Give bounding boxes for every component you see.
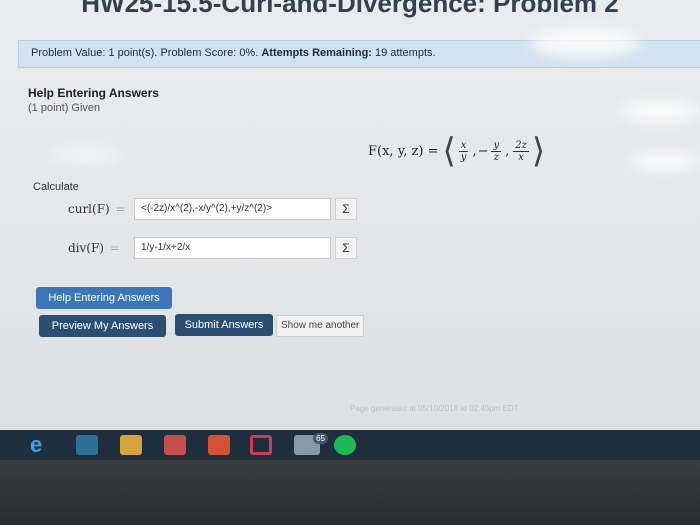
screen-glare	[50, 148, 120, 162]
curl-label: curl(F) =	[68, 202, 126, 216]
component-3-numerator: 2z	[513, 139, 529, 152]
browser-screen: HW25-15.5-Curl-and-Divergence: Problem 2…	[0, 0, 700, 430]
submit-answers-button[interactable]: Submit Answers	[175, 314, 273, 336]
left-angle-bracket: ⟨	[442, 131, 456, 171]
page-title: HW25-15.5-Curl-and-Divergence: Problem 2	[81, 0, 619, 18]
div-label: div(F) =	[68, 241, 120, 255]
mail-icon[interactable]	[164, 435, 186, 455]
problem-score: 0%.	[239, 47, 259, 59]
component-3-denominator: x	[518, 151, 524, 163]
messages-badge: 65	[313, 433, 328, 444]
formula-lhs: F(x, y, z) =	[368, 143, 439, 159]
preview-answers-button[interactable]: Preview My Answers	[39, 315, 166, 337]
component-2-numerator: y	[491, 139, 502, 152]
component-1-denominator: y	[460, 151, 467, 163]
right-angle-bracket: ⟩	[531, 131, 546, 171]
given-text: (1 point) Given	[28, 102, 101, 114]
screen-glare	[620, 100, 700, 122]
component-2-sign: −	[477, 143, 489, 159]
curl-answer-input[interactable]: <(-2z)/x^(2),-x/y^(2),+y/z^(2)>	[134, 198, 331, 220]
div-equation-editor-button[interactable]: Σ	[335, 237, 357, 259]
windows-taskbar: e 65	[0, 430, 700, 460]
spotify-icon[interactable]	[334, 435, 356, 455]
shield-icon[interactable]	[250, 435, 272, 455]
component-2: y z	[491, 139, 502, 163]
vector-field-formula: F(x, y, z) = ⟨ x y , − y z , 2z x ⟩	[368, 131, 546, 171]
attempts-remaining: 19 attempts.	[375, 47, 436, 59]
page-generated-footer: Page generated at 05/10/2018 at 02:45pm …	[350, 404, 519, 413]
help-entering-answers-link[interactable]: Help Entering Answers	[28, 86, 159, 100]
screen-glare	[530, 28, 640, 58]
problem-value-label: Problem Value:	[31, 47, 106, 59]
attempts-label: Attempts Remaining:	[261, 47, 372, 59]
show-another-button[interactable]: Show me another	[276, 315, 365, 337]
curl-equation-editor-button[interactable]: Σ	[335, 198, 357, 220]
edge-icon[interactable]: e	[30, 434, 52, 456]
file-explorer-icon[interactable]	[76, 435, 98, 455]
component-1: x y	[458, 139, 469, 163]
store-icon[interactable]	[120, 435, 142, 455]
powerpoint-icon[interactable]	[208, 435, 230, 455]
messages-icon[interactable]: 65	[294, 433, 328, 455]
component-2-denominator: z	[493, 151, 499, 163]
component-3: 2z x	[513, 140, 529, 163]
help-entering-answers-button[interactable]: Help Entering Answers	[36, 287, 172, 309]
calculate-label: Calculate	[33, 181, 79, 193]
screen-glare	[630, 152, 700, 170]
problem-value: 1 point(s).	[108, 47, 158, 59]
problem-score-label: Problem Score:	[160, 47, 237, 59]
laptop-bezel	[0, 460, 700, 525]
div-answer-input[interactable]: 1/y-1/x+2/x	[134, 237, 331, 259]
component-1-numerator: x	[458, 139, 469, 152]
